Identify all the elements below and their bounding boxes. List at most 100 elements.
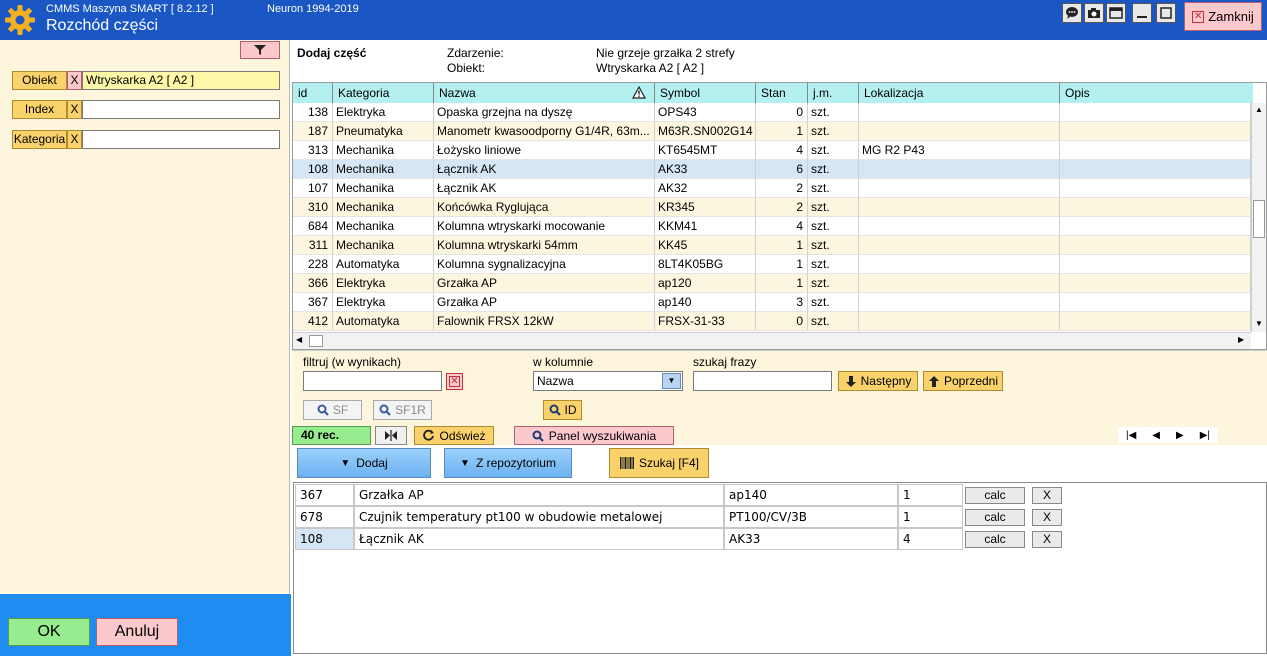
first-page-icon[interactable]: |◀ (1126, 430, 1136, 441)
cell-opis (1060, 122, 1251, 141)
barcode-icon (619, 457, 634, 469)
maximize-icon[interactable] (1156, 3, 1176, 23)
column-header-kategoria[interactable]: Kategoria (333, 83, 434, 103)
kategoria-filter-input[interactable] (82, 130, 280, 149)
column-header-nazwa[interactable]: Nazwa (434, 83, 655, 103)
cell-stan: 1 (756, 236, 808, 255)
cell-lokalizacja: MG R2 P43 (859, 141, 1060, 160)
next-page-icon[interactable]: ▶ (1176, 430, 1184, 441)
selected-cell-qty[interactable]: 1 (898, 484, 963, 506)
from-repository-button-label: Z repozytorium (475, 456, 556, 470)
selected-cell-id: 678 (295, 506, 354, 528)
table-row[interactable]: 412 Automatyka Falownik FRSX 12kW FRSX-31-3… (293, 312, 1251, 331)
column-header-opis[interactable]: Opis (1060, 83, 1253, 103)
chat-icon[interactable] (1062, 3, 1082, 23)
scroll-down-icon[interactable]: ▼ (1255, 319, 1263, 328)
collapse-button[interactable] (375, 426, 407, 445)
cell-symbol: KK45 (655, 236, 756, 255)
scroll-right-icon[interactable]: ▶ (1238, 335, 1244, 344)
index-clear-button[interactable]: X (67, 100, 82, 119)
calc-button[interactable]: calc (965, 509, 1025, 526)
next-button[interactable]: Następny (838, 371, 918, 391)
gear-icon[interactable] (4, 4, 36, 36)
table-row[interactable]: 684 Mechanika Kolumna wtryskarki mocowanie… (293, 217, 1251, 236)
column-header-jm[interactable]: j.m. (808, 83, 859, 103)
remove-row-button[interactable]: X (1032, 531, 1062, 548)
table-row[interactable]: 313 Mechanika Łożysko liniowe KT6545MT 4 szt.… (293, 141, 1251, 160)
remove-row-button[interactable]: X (1032, 509, 1062, 526)
column-header-id[interactable]: id (293, 83, 333, 103)
column-select[interactable]: Nazwa ▼ (533, 371, 683, 391)
selected-part-row[interactable]: 108 Łącznik AK AK33 4 calc X (295, 528, 1063, 550)
previous-button[interactable]: Poprzedni (923, 371, 1003, 391)
column-header-symbol[interactable]: Symbol (655, 83, 756, 103)
selected-part-row[interactable]: 367 Grzałka AP ap140 1 calc X (295, 484, 1063, 506)
obiekt-filter-label[interactable]: Obiekt (12, 71, 67, 90)
zdarzenie-label: Zdarzenie: (447, 46, 504, 60)
remove-row-button[interactable]: X (1032, 487, 1062, 504)
table-row[interactable]: 107 Mechanika Łącznik AK AK32 2 szt. (293, 179, 1251, 198)
obiekt-filter-input[interactable]: Wtryskarka A2 [ A2 ] (82, 71, 280, 90)
sf1r-button[interactable]: SF1R (373, 400, 432, 420)
obiekt-clear-button[interactable]: X (67, 71, 82, 90)
selected-cell-qty[interactable]: 4 (898, 528, 963, 550)
table-row[interactable]: 366 Elektryka Grzałka AP ap120 1 szt. (293, 274, 1251, 293)
index-filter-input[interactable] (82, 100, 280, 119)
kategoria-filter-label[interactable]: Kategoria (12, 130, 67, 149)
table-header: id Kategoria Nazwa Symbol Stan j.m. Loka… (293, 83, 1253, 103)
cell-symbol: ap120 (655, 274, 756, 293)
cancel-button[interactable]: Anuluj (96, 618, 178, 646)
prev-page-icon[interactable]: ◀ (1152, 430, 1160, 441)
from-repository-button[interactable]: ▼ Z repozytorium (444, 448, 572, 478)
cell-jm: szt. (808, 293, 859, 312)
camera-icon[interactable] (1084, 3, 1104, 23)
filter-clear-button[interactable]: ✕ (446, 373, 463, 390)
last-page-icon[interactable]: ▶| (1200, 430, 1210, 441)
cell-symbol: KT6545MT (655, 141, 756, 160)
kategoria-clear-button[interactable]: X (67, 130, 82, 149)
table-row[interactable]: 108 Mechanika Łącznik AK AK33 6 szt. (293, 160, 1251, 179)
search-icon (317, 404, 329, 416)
hscroll-thumb[interactable] (309, 335, 323, 347)
selected-cell-qty[interactable]: 1 (898, 506, 963, 528)
vertical-scrollbar[interactable]: ▲ ▼ (1251, 103, 1266, 332)
cell-symbol: M63R.SN002G14 (655, 122, 756, 141)
table-row[interactable]: 367 Elektryka Grzałka AP ap140 3 szt. (293, 293, 1251, 312)
sf-button[interactable]: SF (303, 400, 362, 420)
chevron-down-icon[interactable]: ▼ (662, 373, 681, 389)
minimize-icon[interactable] (1132, 3, 1152, 23)
calc-button[interactable]: calc (965, 487, 1025, 504)
window-icon[interactable] (1106, 3, 1126, 23)
scroll-thumb[interactable] (1253, 200, 1265, 238)
collapse-icon (385, 430, 397, 441)
selected-part-row[interactable]: 678 Czujnik temperatury pt100 w obudowie … (295, 506, 1063, 528)
index-filter-label[interactable]: Index (12, 100, 67, 119)
filter-results-input[interactable] (303, 371, 442, 391)
add-button[interactable]: ▼ Dodaj (297, 448, 431, 478)
id-search-button[interactable]: ID (543, 400, 582, 420)
scan-search-button[interactable]: Szukaj [F4] (609, 448, 709, 478)
table-row[interactable]: 138 Elektryka Opaska grzejna na dyszę OPS43… (293, 103, 1251, 122)
ok-button[interactable]: OK (8, 618, 90, 646)
cell-nazwa: Łącznik AK (434, 160, 655, 179)
column-header-stan[interactable]: Stan (756, 83, 808, 103)
search-phrase-input[interactable] (693, 371, 832, 391)
cell-stan: 0 (756, 312, 808, 331)
table-row[interactable]: 187 Pneumatyka Manometr kwasoodporny G1/4R… (293, 122, 1251, 141)
close-button[interactable]: ✕ Zamknij (1184, 2, 1262, 31)
scroll-up-icon[interactable]: ▲ (1255, 105, 1263, 114)
scroll-left-icon[interactable]: ◀ (296, 335, 302, 344)
filter-button[interactable] (240, 41, 280, 59)
cell-opis (1060, 141, 1251, 160)
refresh-button[interactable]: Odśwież (414, 426, 494, 445)
table-row[interactable]: 311 Mechanika Kolumna wtryskarki 54mm KK45 1… (293, 236, 1251, 255)
search-panel-button[interactable]: Panel wyszukiwania (514, 426, 674, 445)
calc-button[interactable]: calc (965, 531, 1025, 548)
column-select-value: Nazwa (537, 374, 574, 388)
cell-kategoria: Mechanika (333, 236, 434, 255)
cell-opis (1060, 255, 1251, 274)
column-header-lokalizacja[interactable]: Lokalizacja (859, 83, 1060, 103)
table-row[interactable]: 310 Mechanika Końcówka Ryglująca KR345 2 szt. (293, 198, 1251, 217)
horizontal-scrollbar[interactable]: ◀ ▶ (293, 332, 1251, 349)
table-row[interactable]: 228 Automatyka Kolumna sygnalizacyjna 8LT4K… (293, 255, 1251, 274)
